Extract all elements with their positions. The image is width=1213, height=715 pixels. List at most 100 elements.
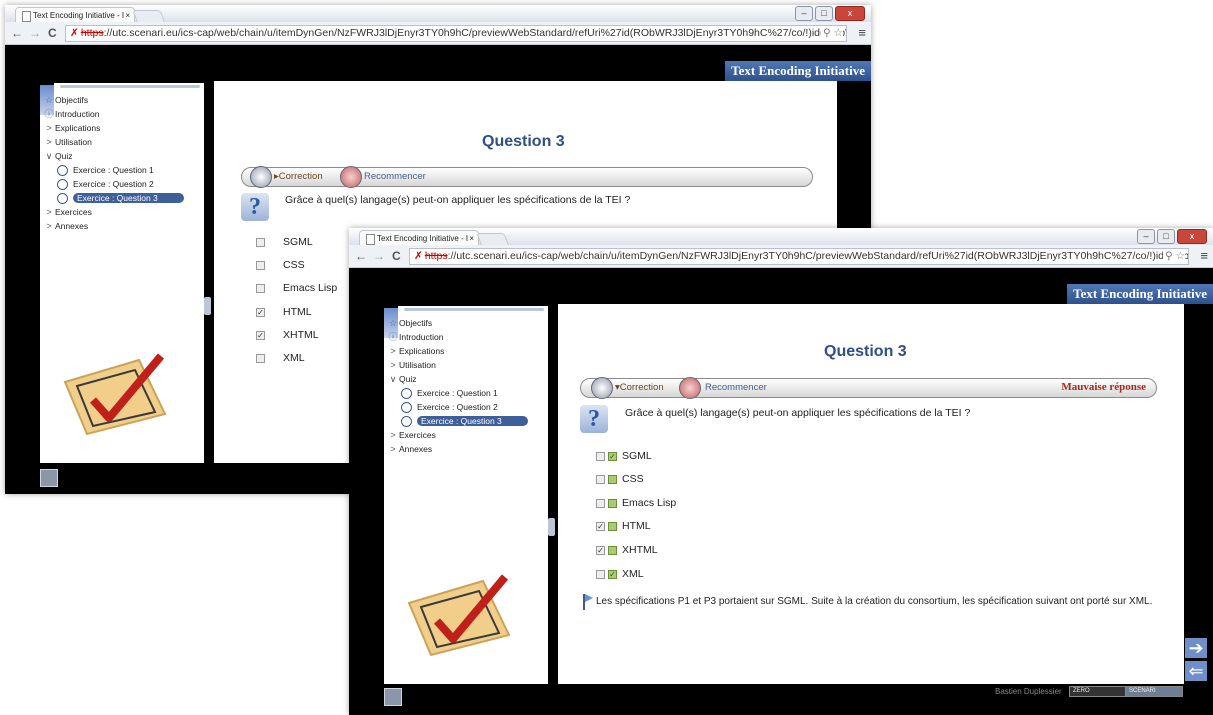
outline-label: Utilisation: [399, 360, 436, 370]
outline-item-exercices[interactable]: > Exercices: [387, 428, 528, 442]
checkbox[interactable]: [256, 260, 265, 270]
option-label: SGML: [283, 236, 313, 248]
option-html[interactable]: ✓ HTML: [256, 303, 312, 321]
outline-item-utilisation[interactable]: > Utilisation: [43, 135, 184, 149]
checkbox[interactable]: [256, 353, 265, 363]
star-icon[interactable]: ☆: [1176, 250, 1185, 262]
option-xhtml[interactable]: ✓ XHTML: [596, 541, 658, 559]
option-html[interactable]: ✓ HTML: [596, 517, 651, 535]
option-css[interactable]: CSS: [256, 256, 305, 274]
zoom-star-icon[interactable]: ⚲ ☆: [820, 26, 843, 41]
outline-item-quiz[interactable]: ∨ Quiz: [387, 372, 528, 386]
correct-mark-icon: [608, 474, 617, 484]
tab-close-icon[interactable]: ×: [125, 8, 130, 23]
info-icon: ⓘ: [388, 332, 398, 342]
checkbox-checked[interactable]: ✓: [596, 545, 605, 555]
outline-item-exercices[interactable]: > Exercices: [43, 205, 184, 219]
option-xhtml[interactable]: ✓ XHTML: [256, 326, 319, 344]
outline-item-annexes[interactable]: > Annexes: [43, 219, 184, 233]
page-content: Text Encoding Initiative ☆ Objectifs ⓘ Int…: [349, 268, 1213, 715]
option-label: CSS: [622, 473, 644, 485]
checkbox[interactable]: [596, 474, 605, 484]
checkbox[interactable]: [596, 498, 605, 508]
outline-item-objectifs[interactable]: ☆ Objectifs: [387, 316, 528, 330]
forward-button[interactable]: →: [373, 249, 385, 263]
close-window-button[interactable]: x: [835, 6, 865, 21]
menu-icon[interactable]: ≡: [858, 25, 866, 40]
sidebar-collapse-handle[interactable]: [204, 297, 211, 315]
minimize-button[interactable]: –: [795, 6, 813, 21]
checkbox[interactable]: [256, 237, 265, 247]
reload-button[interactable]: C: [48, 26, 57, 40]
checkbox-checked[interactable]: ✓: [596, 521, 605, 531]
checkbox[interactable]: [256, 283, 265, 293]
correction-button[interactable]: ▾Correction: [615, 382, 664, 393]
scenari-doc-icon[interactable]: [384, 688, 402, 706]
option-xml[interactable]: ✓ XML: [596, 565, 644, 583]
outline-item-explications[interactable]: > Explications: [387, 344, 528, 358]
outline-item-objectifs[interactable]: ☆ Objectifs: [43, 93, 184, 107]
checkbox[interactable]: [596, 569, 605, 579]
maximize-button[interactable]: □: [1157, 229, 1175, 244]
outline-item-question-2[interactable]: Exercice : Question 2: [43, 177, 184, 191]
address-bar[interactable]: ✗ https://utc.scenari.eu/ics-cap/web/chai…: [65, 25, 847, 42]
outline-item-explications[interactable]: > Explications: [43, 121, 184, 135]
outline-item-quiz[interactable]: ∨ Quiz: [43, 149, 184, 163]
sidebar-collapse-handle[interactable]: [548, 518, 555, 536]
restart-icon[interactable]: [679, 377, 701, 399]
checkmark-logo-icon: [63, 353, 167, 436]
outline-item-utilisation[interactable]: > Utilisation: [387, 358, 528, 372]
zoom-star-icon[interactable]: ⚲ ☆: [1162, 249, 1185, 264]
chevron-right-icon: >: [46, 207, 52, 217]
maximize-button[interactable]: □: [815, 6, 833, 21]
outline-label: Exercice : Question 1: [73, 165, 154, 175]
correction-icon[interactable]: [250, 166, 272, 188]
circle-icon: [57, 179, 68, 191]
minimize-button[interactable]: –: [1137, 229, 1155, 244]
outline-item-question-2[interactable]: Exercice : Question 2: [387, 400, 528, 414]
restart-icon[interactable]: [340, 166, 362, 188]
back-button[interactable]: ←: [355, 249, 367, 263]
next-arrow-icon[interactable]: ➔: [1185, 638, 1207, 658]
license-badge[interactable]: ZERO: [1069, 686, 1127, 697]
option-sgml[interactable]: SGML: [256, 233, 313, 251]
outline-item-question-3[interactable]: Exercice : Question 3: [387, 414, 528, 428]
reload-button[interactable]: C: [392, 249, 401, 263]
browser-tab[interactable]: Text Encoding Initiative - I ×: [15, 7, 135, 23]
correction-button[interactable]: ▸Correction: [274, 171, 323, 182]
option-css[interactable]: CSS: [596, 470, 644, 488]
previous-arrow-icon[interactable]: ⇐: [1185, 661, 1207, 681]
checkbox[interactable]: [596, 451, 605, 461]
checkbox-checked[interactable]: ✓: [256, 330, 265, 340]
restart-button[interactable]: Recommencer: [364, 171, 426, 182]
tab-strip: Text Encoding Initiative - I × – □ x: [349, 228, 1213, 247]
outline-item-question-1[interactable]: Exercice : Question 1: [43, 163, 184, 177]
option-emacs-lisp[interactable]: Emacs Lisp: [256, 279, 337, 297]
option-emacs-lisp[interactable]: Emacs Lisp: [596, 494, 676, 512]
option-xml[interactable]: XML: [256, 349, 305, 367]
menu-icon[interactable]: ≡: [1200, 248, 1208, 263]
outline-item-question-1[interactable]: Exercice : Question 1: [387, 386, 528, 400]
correct-mark-icon: [608, 498, 617, 508]
scenari-badge[interactable]: SCENARI: [1125, 686, 1183, 697]
restart-button[interactable]: Recommencer: [705, 382, 767, 393]
correction-icon[interactable]: [591, 377, 613, 399]
back-button[interactable]: ←: [11, 26, 23, 40]
url-path: ://utc.scenari.eu/ics-cap/web/chain/u/it…: [447, 250, 1189, 262]
outline-item-introduction[interactable]: ⓘ Introduction: [387, 330, 528, 344]
outline-item-introduction[interactable]: ⓘ Introduction: [43, 107, 184, 121]
star-icon[interactable]: ☆: [834, 27, 843, 39]
tab-close-icon[interactable]: ×: [469, 231, 474, 246]
url-path: ://utc.scenari.eu/ics-cap/web/chain/u/it…: [103, 27, 847, 39]
address-bar[interactable]: ✗ https://utc.scenari.eu/ics-cap/web/chai…: [409, 248, 1189, 265]
outline-item-question-3[interactable]: Exercice : Question 3: [43, 191, 184, 205]
scenari-doc-icon[interactable]: [40, 469, 58, 487]
option-label: Emacs Lisp: [283, 282, 338, 294]
checkbox-checked[interactable]: ✓: [256, 307, 265, 317]
outline-item-annexes[interactable]: > Annexes: [387, 442, 528, 456]
close-window-button[interactable]: x: [1177, 229, 1207, 244]
browser-tab[interactable]: Text Encoding Initiative - I ×: [359, 230, 479, 246]
forward-button[interactable]: →: [29, 26, 41, 40]
option-sgml[interactable]: ✓ SGML: [596, 447, 652, 465]
page-title: Question 3: [482, 133, 565, 150]
